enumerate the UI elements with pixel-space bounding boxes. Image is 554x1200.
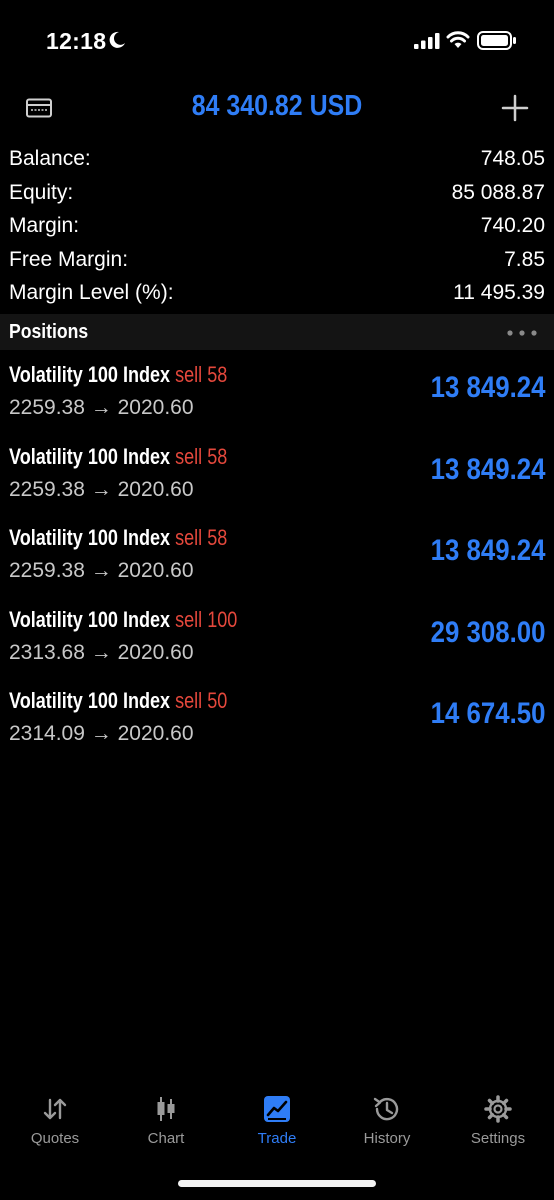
arrow-icon: → (90, 559, 112, 583)
position-side: sell 50 (175, 688, 228, 714)
tab-label: Quotes (30, 1130, 80, 1147)
trade-icon (264, 1096, 290, 1122)
summary-label: Margin: (9, 214, 80, 238)
history-icon (373, 1097, 399, 1121)
position-side: sell 58 (175, 362, 228, 387)
position-prices: 2314.09 → 2020.60 (9, 722, 194, 746)
summary-value: 11 495.39 (453, 281, 545, 305)
summary-row-margin-level: Margin Level (%): 11 495.39 (0, 277, 554, 311)
summary-value: 740.20 (480, 214, 545, 238)
position-symbol: Volatility 100 Index sell 58 (9, 362, 227, 388)
open-price: 2259.38 (9, 559, 85, 583)
summary-value: 7.85 (504, 247, 545, 271)
summary-label: Free Margin: (9, 247, 129, 271)
positions-title: Positions (9, 321, 89, 343)
status-time: 12:18 (46, 28, 107, 54)
settings-icon (484, 1095, 512, 1123)
tab-label: Trade (257, 1130, 297, 1147)
position-prices: 2259.38 → 2020.60 (9, 559, 194, 583)
summary-value: 748.05 (480, 147, 545, 170)
tab-label: History (363, 1130, 411, 1147)
arrow-icon: → (90, 640, 112, 664)
symbol-name: Volatility 100 Index (9, 362, 171, 387)
open-price: 2314.09 (9, 722, 85, 746)
chart-icon (157, 1097, 175, 1121)
position-row[interactable]: Volatility 100 Index sell 58 2259.38 → 2… (0, 519, 554, 601)
summary-label: Balance: (9, 147, 91, 170)
tab-bar: Quotes Chart Trade History Settings (0, 1086, 554, 1166)
position-profit: 13 849.24 (430, 452, 545, 486)
positions-list: Volatility 100 Index sell 58 2259.38 → 2… (0, 356, 554, 764)
current-price: 2020.60 (117, 477, 194, 501)
moon-icon (109, 31, 125, 48)
position-prices: 2313.68 → 2020.60 (9, 641, 194, 665)
wifi-icon (446, 31, 470, 48)
add-icon[interactable] (501, 94, 529, 122)
positions-header: Positions (0, 314, 554, 350)
symbol-name: Volatility 100 Index (9, 525, 171, 551)
tab-chart[interactable]: Chart (111, 1086, 221, 1156)
position-row[interactable]: Volatility 100 Index sell 100 2313.68 → … (0, 601, 554, 683)
tab-label: Chart (147, 1130, 185, 1147)
account-summary: Balance: 748.05 Equity: 85 088.87 Margin… (0, 143, 554, 311)
position-row[interactable]: Volatility 100 Index sell 58 2259.38 → 2… (0, 356, 554, 438)
current-price: 2020.60 (117, 396, 194, 419)
header-balance: 84 340.82 USD (191, 90, 363, 122)
position-prices: 2259.38 → 2020.60 (9, 396, 194, 420)
position-symbol: Volatility 100 Index sell 50 (9, 688, 227, 714)
tab-quotes[interactable]: Quotes (0, 1086, 110, 1156)
summary-label: Margin Level (%): (9, 281, 174, 305)
home-indicator[interactable] (178, 1180, 376, 1187)
summary-value: 85 088.87 (451, 180, 545, 204)
signal-icon (414, 33, 440, 49)
position-profit: 13 849.24 (430, 534, 545, 568)
open-price: 2313.68 (9, 640, 85, 664)
summary-row-free-margin: Free Margin: 7.85 (0, 244, 554, 278)
symbol-name: Volatility 100 Index (9, 443, 171, 469)
current-price: 2020.60 (117, 559, 194, 583)
summary-row-balance: Balance: 748.05 (0, 143, 554, 177)
current-price: 2020.60 (117, 722, 194, 746)
position-symbol: Volatility 100 Index sell 100 (9, 607, 237, 633)
position-symbol: Volatility 100 Index sell 58 (9, 525, 227, 551)
arrow-icon: → (90, 477, 112, 501)
tab-trade[interactable]: Trade (222, 1086, 332, 1156)
summary-label: Equity: (9, 180, 74, 204)
position-side: sell 58 (175, 443, 228, 469)
symbol-name: Volatility 100 Index (9, 606, 171, 632)
quotes-icon (43, 1098, 67, 1120)
summary-row-equity: Equity: 85 088.87 (0, 177, 554, 211)
position-side: sell 100 (175, 606, 238, 632)
open-price: 2259.38 (9, 477, 85, 501)
tab-label: Settings (470, 1130, 526, 1147)
arrow-icon: → (90, 722, 112, 746)
position-profit: 29 308.00 (430, 615, 545, 649)
header: 84 340.82 USD (0, 84, 554, 134)
symbol-name: Volatility 100 Index (9, 688, 171, 714)
tab-history[interactable]: History (332, 1086, 442, 1156)
position-prices: 2259.38 → 2020.60 (9, 478, 194, 502)
position-symbol: Volatility 100 Index sell 58 (9, 444, 227, 470)
arrow-icon: → (90, 396, 112, 419)
current-price: 2020.60 (117, 640, 194, 664)
tab-settings[interactable]: Settings (443, 1086, 553, 1156)
position-row[interactable]: Volatility 100 Index sell 58 2259.38 → 2… (0, 438, 554, 520)
position-side: sell 58 (175, 525, 228, 551)
position-profit: 14 674.50 (430, 697, 545, 731)
summary-row-margin: Margin: 740.20 (0, 210, 554, 244)
position-profit: 13 849.24 (430, 371, 545, 404)
open-price: 2259.38 (9, 396, 85, 419)
battery-icon (477, 31, 516, 50)
position-row[interactable]: Volatility 100 Index sell 50 2314.09 → 2… (0, 682, 554, 764)
more-icon[interactable] (506, 329, 538, 337)
status-bar: 12:18 (0, 0, 554, 84)
